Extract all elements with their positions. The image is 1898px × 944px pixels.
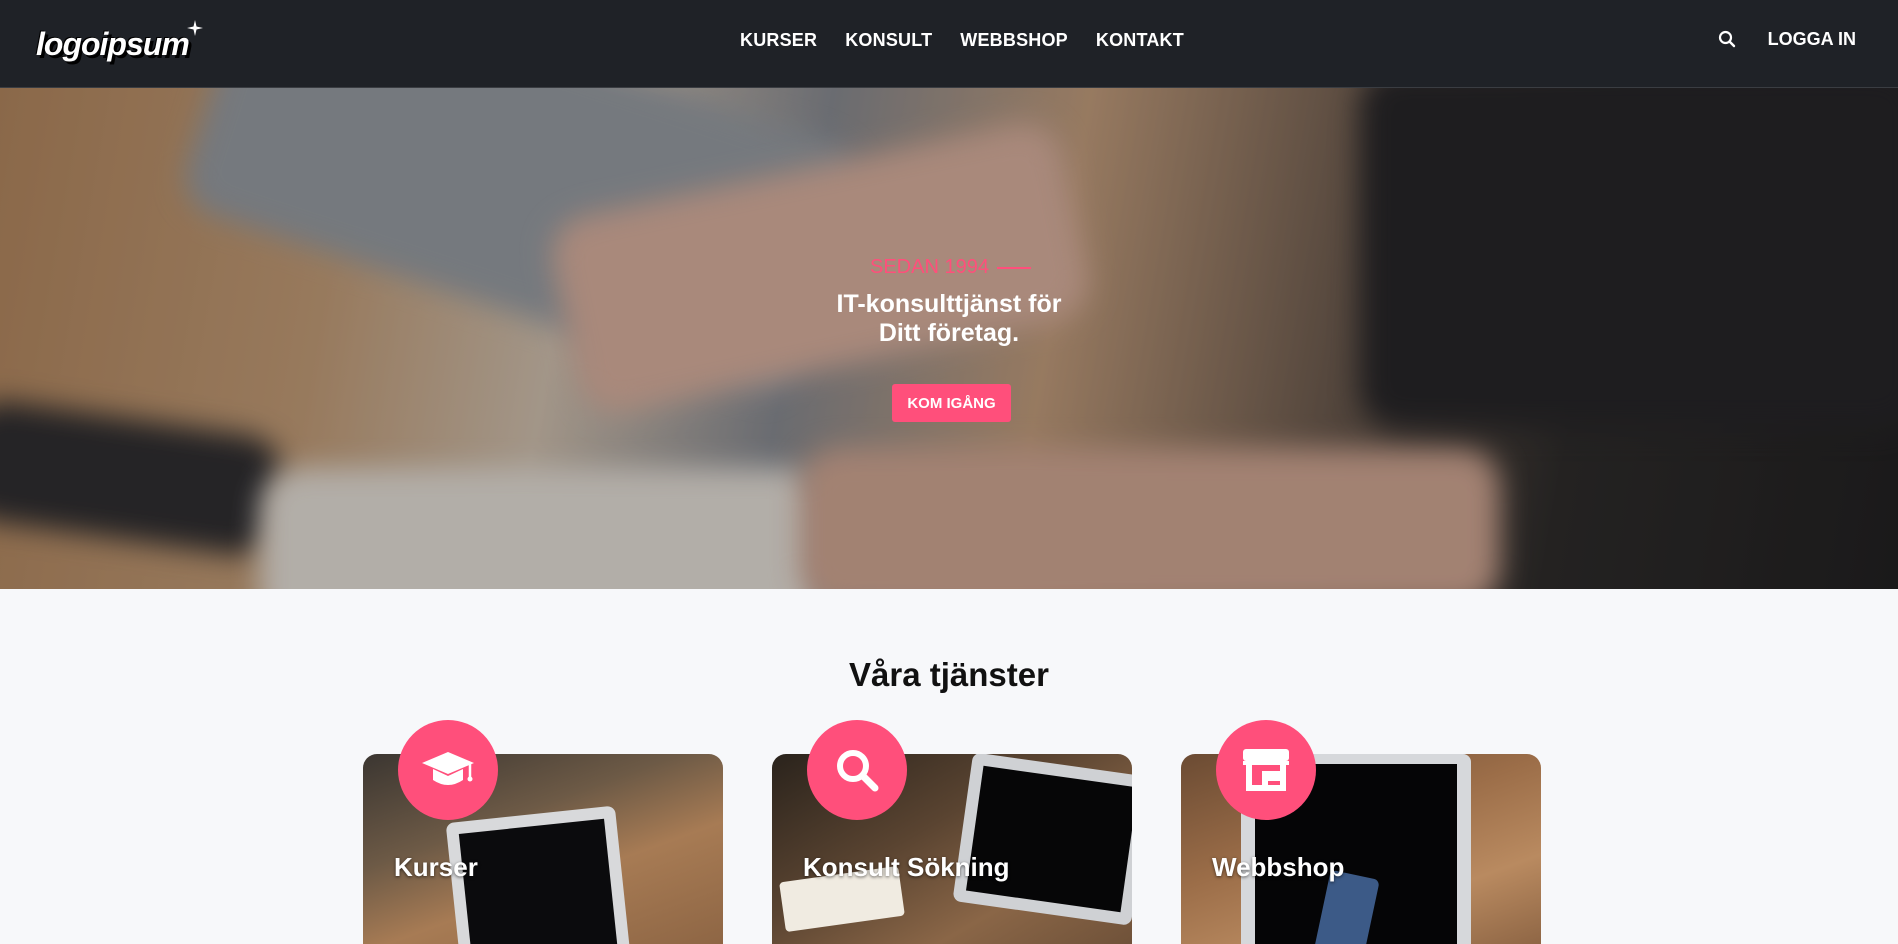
- search-icon: [807, 720, 907, 820]
- hero-eyebrow: SEDAN 1994: [870, 256, 1031, 279]
- hero-title: IT-konsulttjänst för Ditt företag.: [0, 290, 1898, 348]
- search-icon[interactable]: [1716, 28, 1738, 50]
- nav-link-kurser[interactable]: KURSER: [740, 30, 817, 51]
- eyebrow-line: [996, 266, 1031, 269]
- hero-content: SEDAN 1994 IT-konsulttjänst för Ditt för…: [0, 88, 1898, 589]
- main-nav: KURSER KONSULT WEBBSHOP KONTAKT: [740, 30, 1184, 51]
- graduation-cap-icon: [398, 720, 498, 820]
- logo[interactable]: logoipsum: [36, 20, 203, 66]
- login-link[interactable]: LOGGA IN: [1768, 29, 1856, 50]
- logo-text: logoipsum: [36, 25, 190, 62]
- nav-actions: LOGGA IN: [1716, 28, 1856, 50]
- store-icon: [1216, 720, 1316, 820]
- nav-link-kontakt[interactable]: KONTAKT: [1096, 30, 1184, 51]
- nav-link-konsult[interactable]: KONSULT: [845, 30, 932, 51]
- hero-title-line2: Ditt företag.: [878, 319, 1020, 347]
- hero-section: SEDAN 1994 IT-konsulttjänst för Ditt för…: [0, 88, 1898, 589]
- card-laptop-screen: [458, 818, 618, 944]
- hero-eyebrow-text: SEDAN 1994: [870, 256, 989, 278]
- card-title: Konsult Sökning: [803, 852, 1010, 882]
- card-title: Kurser: [394, 852, 478, 882]
- card-title: Webbshop: [1212, 852, 1345, 882]
- navbar: logoipsum KURSER KONSULT WEBBSHOP KONTAK…: [0, 0, 1898, 88]
- hero-title-line1: IT-konsulttjänst för: [836, 290, 1062, 318]
- card-laptop-screen: [965, 765, 1132, 913]
- get-started-button[interactable]: KOM IGÅNG: [892, 384, 1011, 422]
- sparkle-icon: [186, 20, 203, 36]
- services-title: Våra tjänster: [849, 656, 1049, 693]
- nav-link-webbshop[interactable]: WEBBSHOP: [960, 30, 1068, 51]
